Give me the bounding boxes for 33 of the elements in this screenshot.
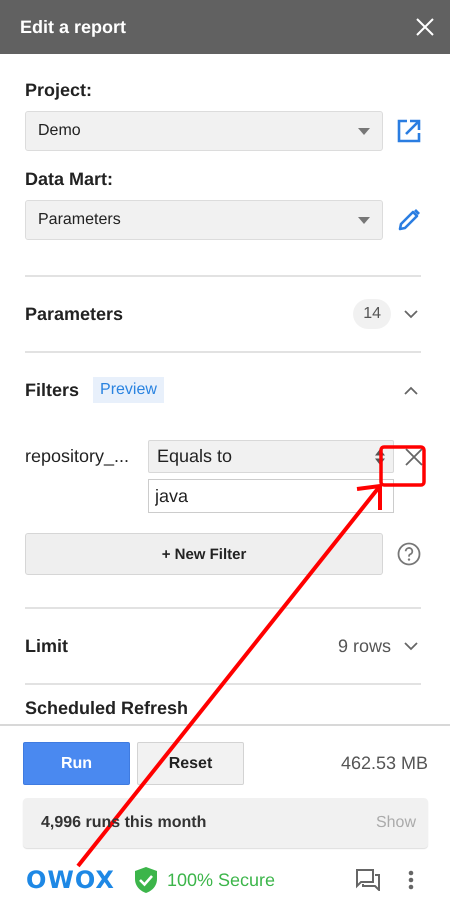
more-menu-icon[interactable] <box>408 870 414 890</box>
section-title[interactable]: Limit <box>25 636 68 656</box>
section-title[interactable]: Filters <box>25 380 80 400</box>
expand-chevron-icon[interactable] <box>404 310 418 318</box>
project-select[interactable]: Demo <box>25 111 383 151</box>
secure-label: 100% Secure <box>166 870 276 890</box>
close-button[interactable] <box>416 18 434 36</box>
data-mart-label: Data Mart: <box>25 169 114 190</box>
expand-chevron-icon[interactable] <box>404 386 418 394</box>
chat-icon[interactable] <box>356 869 380 891</box>
data-mart-select[interactable]: Parameters <box>25 200 383 240</box>
help-icon[interactable] <box>397 542 421 566</box>
operator-select[interactable]: Equals to <box>148 440 394 473</box>
preview-tag: Preview <box>93 377 164 403</box>
shield-check-icon <box>134 867 157 893</box>
filter-field: repository_... <box>25 446 148 467</box>
expand-chevron-icon[interactable] <box>404 642 418 650</box>
section-title[interactable]: Parameters <box>25 304 124 324</box>
limit-value: 9 rows <box>338 636 391 656</box>
open-external-icon[interactable] <box>397 119 421 143</box>
data-size: 462.53 MB <box>340 753 428 774</box>
reset-button[interactable]: Reset <box>137 742 244 785</box>
new-filter-button[interactable]: + New Filter <box>25 533 383 575</box>
dropdown-arrow-icon <box>358 216 370 224</box>
project-label: Project: <box>25 80 94 101</box>
count-badge: 14 <box>353 299 391 329</box>
section-title[interactable]: Scheduled Refresh <box>25 698 188 719</box>
window-title: Edit a report <box>20 16 128 38</box>
sort-arrows-icon <box>375 448 385 464</box>
dropdown-arrow-icon <box>358 128 370 134</box>
highlight-rectangle <box>379 445 426 487</box>
logo[interactable]: OWOX <box>26 866 115 894</box>
edit-icon[interactable] <box>397 208 421 232</box>
